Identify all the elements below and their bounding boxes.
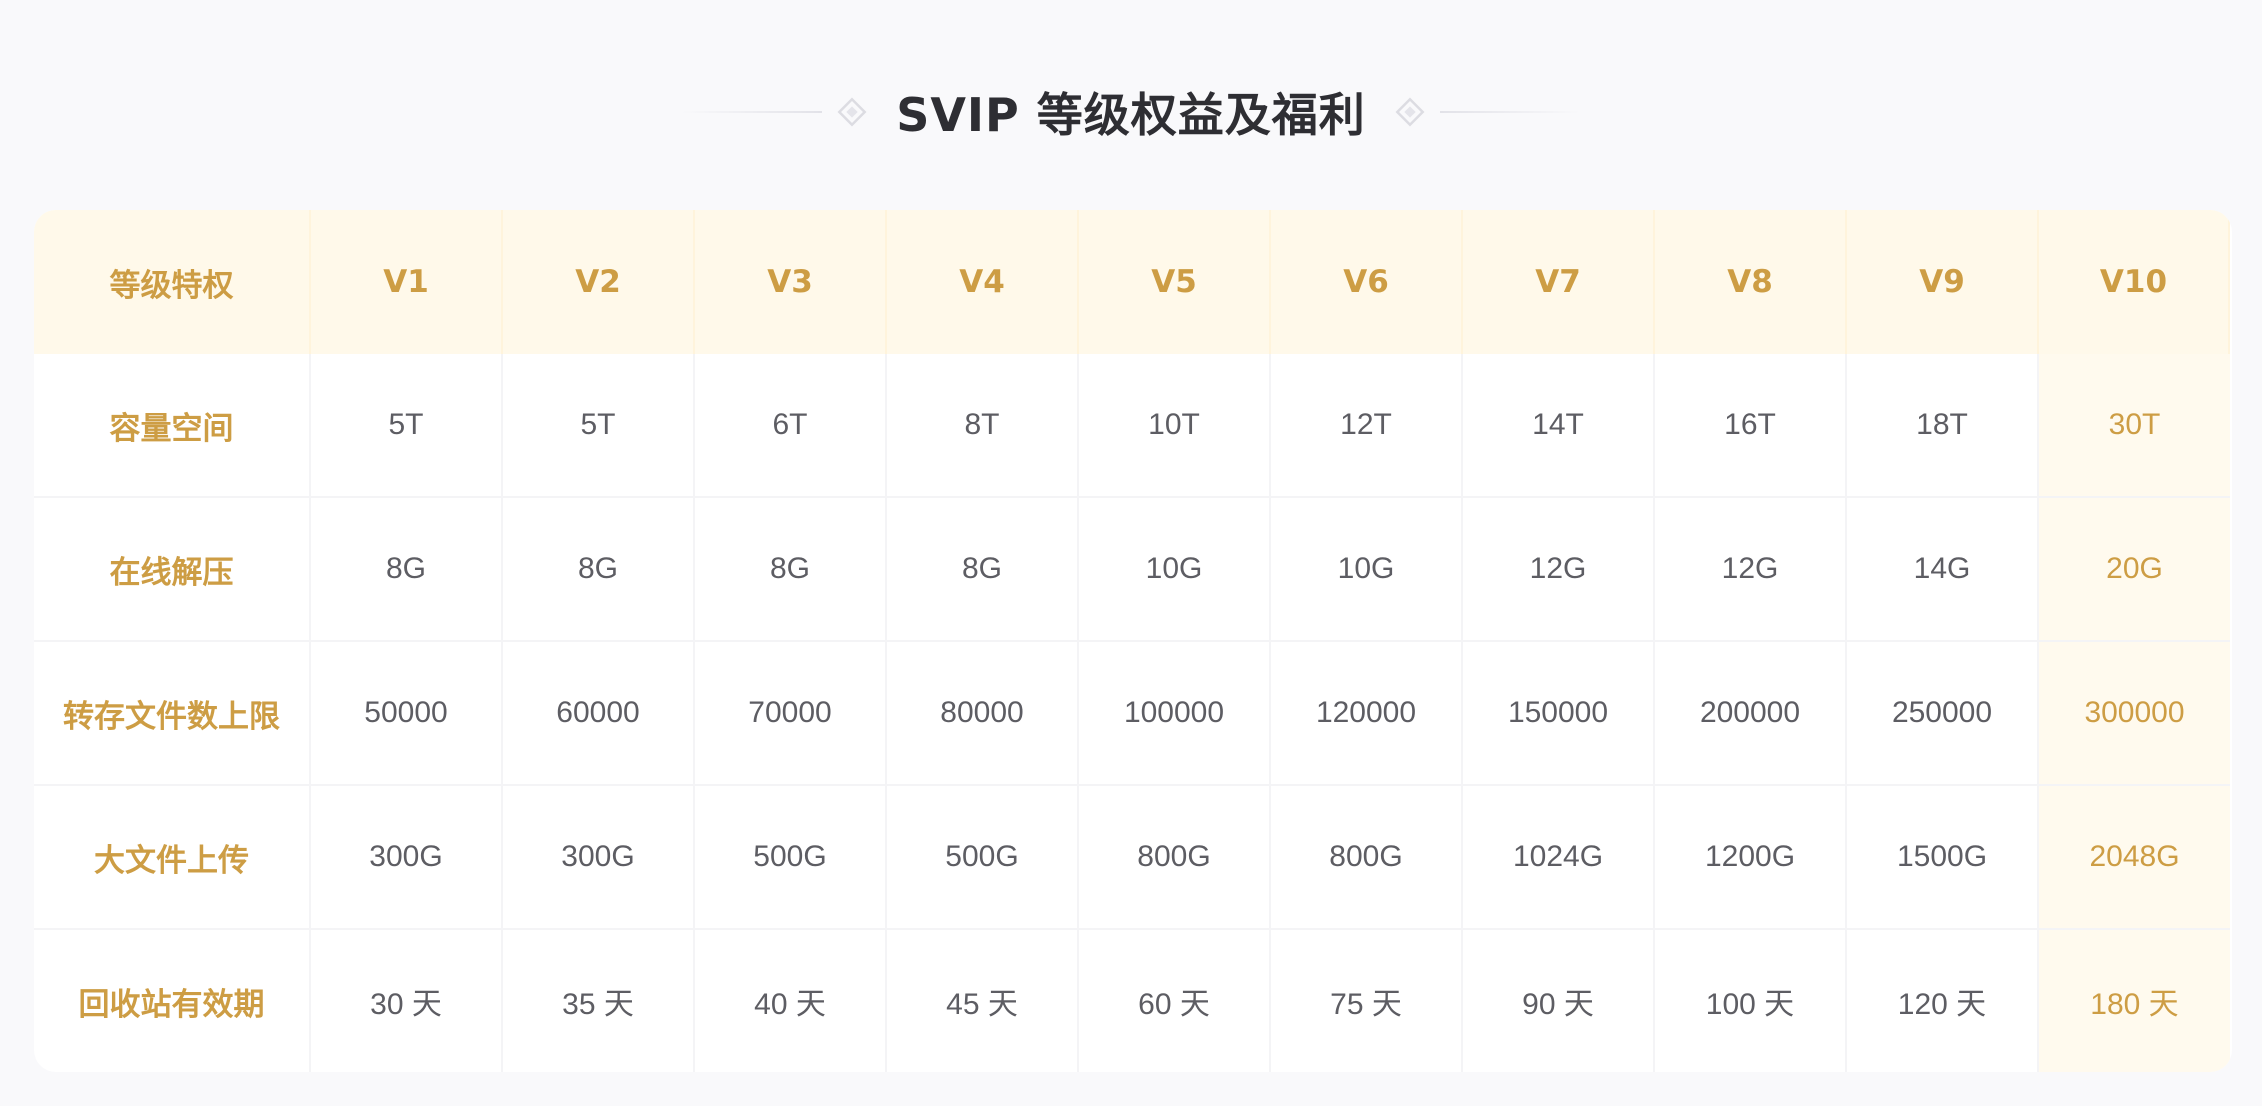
table-cell: 300G <box>503 786 695 930</box>
table-cell: 200000 <box>1655 642 1847 786</box>
title-divider-left <box>682 111 823 113</box>
level-header-v7: V7 <box>1463 210 1655 354</box>
table-cell-highlighted: 2048G <box>2039 786 2230 930</box>
table-cell: 1024G <box>1463 786 1655 930</box>
table-cell: 10G <box>1079 498 1271 642</box>
table-cell-highlighted: 300000 <box>2039 642 2230 786</box>
benefits-table: 等级特权 V1 V2 V3 V4 V5 V6 V7 V8 V9 V10 容量空间… <box>34 210 2232 1072</box>
level-header-v6: V6 <box>1271 210 1463 354</box>
table-cell: 8T <box>887 354 1079 498</box>
table-cell: 1200G <box>1655 786 1847 930</box>
row-label-capacity: 容量空间 <box>34 354 311 498</box>
table-cell: 14G <box>1847 498 2039 642</box>
table-cell: 18T <box>1847 354 2039 498</box>
table-cell: 45 天 <box>887 930 1079 1072</box>
table-cell: 80000 <box>887 642 1079 786</box>
level-header-v9: V9 <box>1847 210 2039 354</box>
level-header-v3: V3 <box>695 210 887 354</box>
table-cell: 50000 <box>311 642 503 786</box>
row-label-large-file-upload: 大文件上传 <box>34 786 311 930</box>
table-cell: 500G <box>695 786 887 930</box>
table-cell: 60000 <box>503 642 695 786</box>
benefits-grid: 等级特权 V1 V2 V3 V4 V5 V6 V7 V8 V9 V10 容量空间… <box>34 210 2232 1072</box>
table-cell: 12T <box>1271 354 1463 498</box>
diamond-ornament-icon <box>836 96 868 128</box>
table-cell: 300G <box>311 786 503 930</box>
table-cell: 10G <box>1271 498 1463 642</box>
table-cell: 12G <box>1463 498 1655 642</box>
table-cell: 6T <box>695 354 887 498</box>
table-cell: 250000 <box>1847 642 2039 786</box>
table-cell-highlighted: 20G <box>2039 498 2230 642</box>
table-cell: 800G <box>1271 786 1463 930</box>
svip-benefits-page: SVIP 等级权益及福利 等级特权 V1 V2 V3 V4 V5 V6 V7 V… <box>0 0 2262 1106</box>
table-cell: 40 天 <box>695 930 887 1072</box>
level-header-v10: V10 <box>2039 210 2230 354</box>
table-cell: 8G <box>695 498 887 642</box>
table-cell: 150000 <box>1463 642 1655 786</box>
table-cell: 8G <box>311 498 503 642</box>
table-cell: 5T <box>503 354 695 498</box>
table-cell: 500G <box>887 786 1079 930</box>
table-cell-highlighted: 30T <box>2039 354 2230 498</box>
row-label-online-decompress: 在线解压 <box>34 498 311 642</box>
page-title: SVIP 等级权益及福利 <box>896 88 1366 142</box>
table-cell: 100000 <box>1079 642 1271 786</box>
level-header-v2: V2 <box>503 210 695 354</box>
table-cell: 16T <box>1655 354 1847 498</box>
table-cell: 90 天 <box>1463 930 1655 1072</box>
row-label-transfer-limit: 转存文件数上限 <box>34 642 311 786</box>
table-cell: 60 天 <box>1079 930 1271 1072</box>
level-header-v5: V5 <box>1079 210 1271 354</box>
table-cell: 100 天 <box>1655 930 1847 1072</box>
table-cell: 120 天 <box>1847 930 2039 1072</box>
table-cell: 75 天 <box>1271 930 1463 1072</box>
table-cell: 14T <box>1463 354 1655 498</box>
level-header-v1: V1 <box>311 210 503 354</box>
table-cell: 8G <box>887 498 1079 642</box>
table-cell: 35 天 <box>503 930 695 1072</box>
table-cell-highlighted: 180 天 <box>2039 930 2230 1072</box>
level-header-v4: V4 <box>887 210 1079 354</box>
table-cell: 5T <box>311 354 503 498</box>
table-cell: 70000 <box>695 642 887 786</box>
level-header-v8: V8 <box>1655 210 1847 354</box>
header-label-cell: 等级特权 <box>34 210 311 354</box>
table-cell: 800G <box>1079 786 1271 930</box>
diamond-ornament-icon <box>1394 96 1426 128</box>
title-row: SVIP 等级权益及福利 <box>0 70 2262 154</box>
table-cell: 30 天 <box>311 930 503 1072</box>
table-cell: 10T <box>1079 354 1271 498</box>
title-divider-right <box>1439 111 1580 113</box>
row-label-recycle-bin: 回收站有效期 <box>34 930 311 1072</box>
table-cell: 120000 <box>1271 642 1463 786</box>
table-cell: 8G <box>503 498 695 642</box>
table-cell: 12G <box>1655 498 1847 642</box>
table-cell: 1500G <box>1847 786 2039 930</box>
